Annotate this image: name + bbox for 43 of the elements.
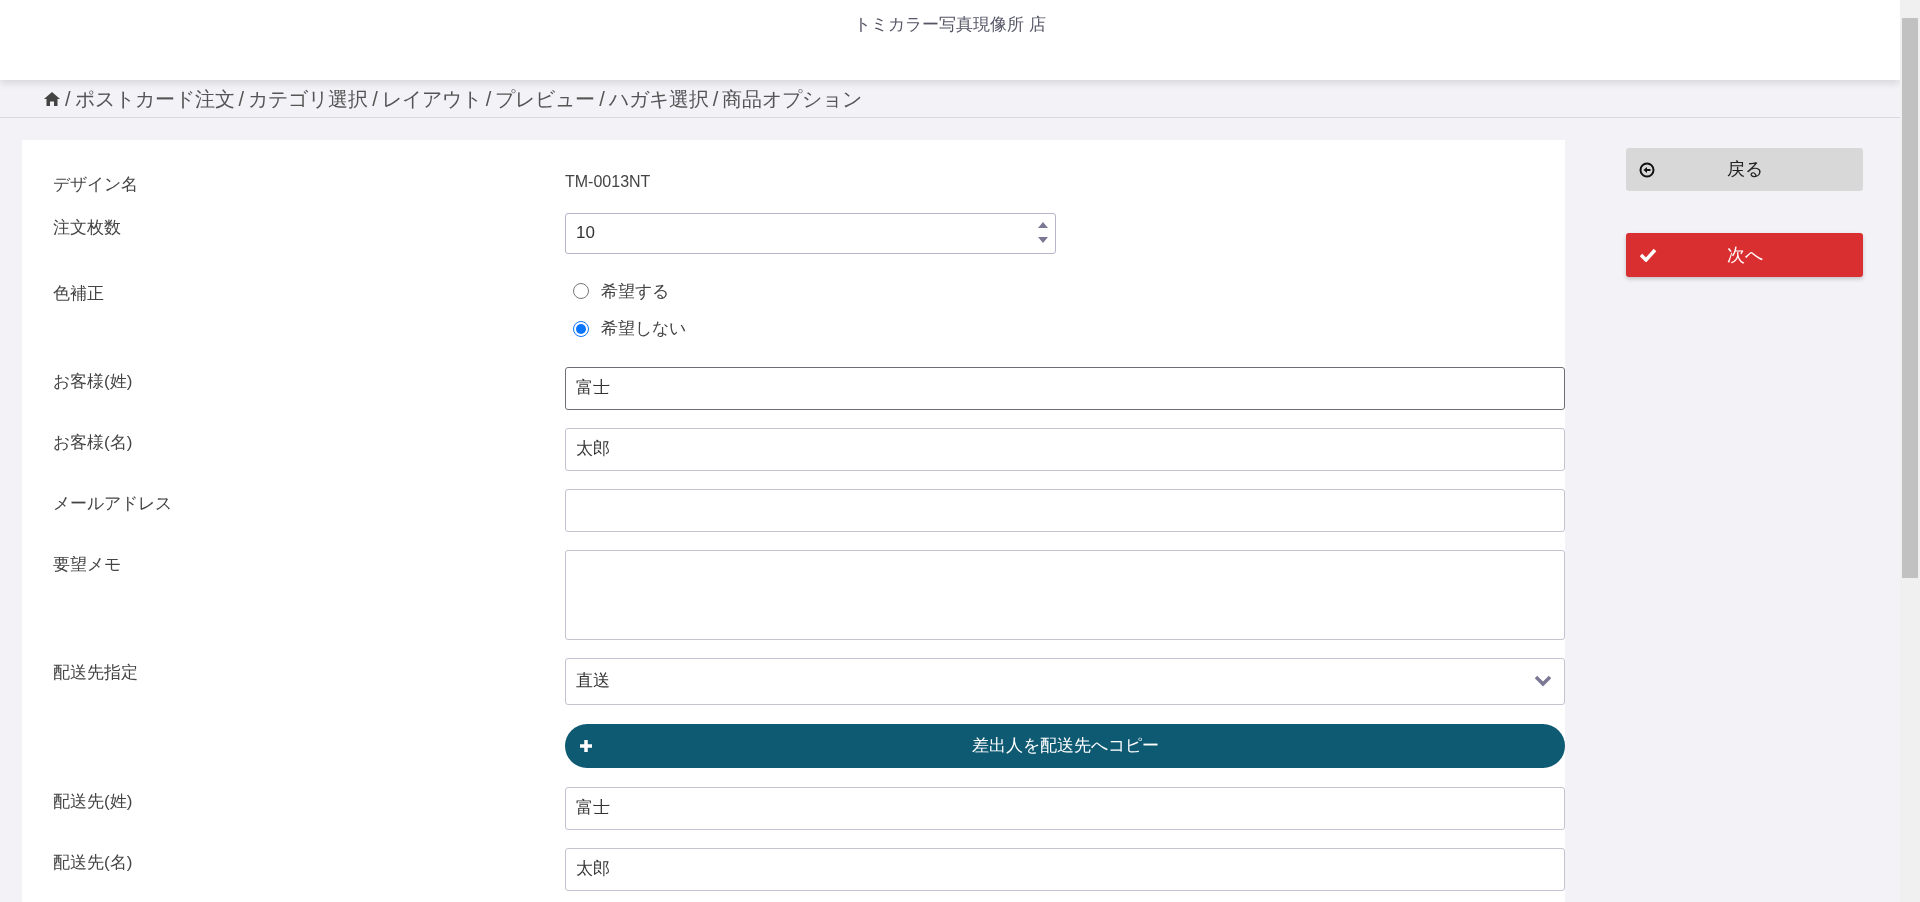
scrollbar[interactable] bbox=[1900, 0, 1920, 902]
field-label: メールアドレス bbox=[53, 493, 172, 513]
breadcrumb-separator: / bbox=[485, 86, 492, 112]
quantity-field[interactable]: 10 bbox=[565, 212, 1056, 254]
plus-icon bbox=[579, 738, 593, 753]
arrow-left-circle-icon bbox=[1639, 161, 1655, 178]
breadcrumb-link[interactable]: ポストカード注文 bbox=[74, 83, 235, 114]
design-name-value: TM-0013NT bbox=[565, 173, 651, 190]
breadcrumb-link[interactable]: ハガキ選択 bbox=[608, 83, 709, 114]
home-icon[interactable] bbox=[43, 90, 61, 107]
field-label: 配送先(名) bbox=[53, 852, 133, 872]
field-label: 配送先(姓) bbox=[53, 791, 133, 811]
text-field[interactable] bbox=[565, 488, 1565, 532]
delivery-select[interactable]: 直送 bbox=[565, 657, 1565, 705]
radio-option[interactable]: 希望する bbox=[573, 278, 1565, 304]
field-label: お客様(姓) bbox=[53, 371, 133, 391]
text-field[interactable]: 富士 bbox=[565, 786, 1565, 830]
field-label: デザイン名 bbox=[53, 175, 138, 194]
breadcrumb-separator: / bbox=[712, 86, 719, 112]
text-field[interactable]: 太郎 bbox=[565, 847, 1565, 891]
back-button[interactable]: 戻る bbox=[1626, 148, 1863, 191]
field-label: 色補正 bbox=[53, 283, 104, 303]
breadcrumb-link[interactable]: 商品オプション bbox=[722, 83, 863, 114]
text-field[interactable]: 富士 bbox=[565, 366, 1565, 410]
memo-field[interactable] bbox=[565, 549, 1565, 640]
field-label: 配送先指定 bbox=[53, 662, 138, 682]
chevron-down-icon bbox=[1534, 675, 1552, 687]
breadcrumb-separator: / bbox=[238, 86, 245, 112]
next-button[interactable]: 次へ bbox=[1626, 233, 1863, 277]
breadcrumb-separator: / bbox=[372, 86, 378, 112]
field-label: 注文枚数 bbox=[53, 217, 121, 237]
check-icon bbox=[1639, 248, 1657, 262]
radio-option[interactable]: 希望しない bbox=[573, 316, 1565, 342]
shop-title: トミカラー写真現像所 店 bbox=[854, 14, 1046, 36]
copy-sender-button[interactable]: 差出人を配送先へコピー bbox=[565, 723, 1565, 768]
breadcrumb-separator: / bbox=[599, 86, 605, 112]
breadcrumb-link[interactable]: カテゴリ選択 bbox=[248, 83, 369, 114]
field-label: 要望メモ bbox=[53, 554, 121, 574]
breadcrumb-link[interactable]: プレビュー bbox=[495, 83, 596, 114]
breadcrumb-link[interactable]: レイアウト bbox=[381, 83, 482, 114]
text-field[interactable]: 太郎 bbox=[565, 427, 1565, 471]
breadcrumb-separator: / bbox=[65, 86, 71, 112]
field-label: お客様(名) bbox=[53, 432, 133, 452]
